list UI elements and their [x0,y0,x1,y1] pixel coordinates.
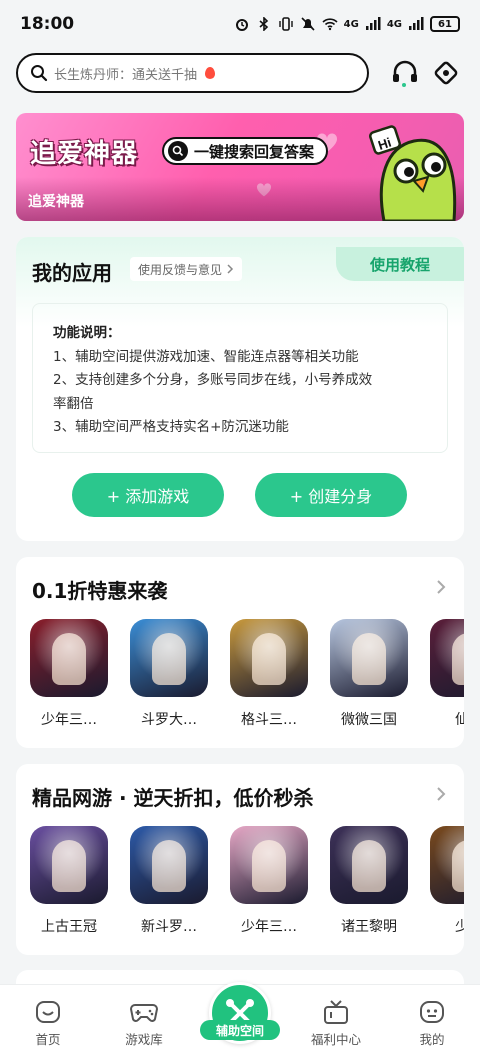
banner-search-pill: 一键搜索回复答案 [162,137,329,165]
banner-search-icon [168,141,188,161]
status-bar: 18:00 4G 4G 61 [0,0,480,48]
banner-pill-text: 一键搜索回复答案 [194,142,315,161]
game-icon [430,619,464,697]
tab-game-library-label: 游戏库 [125,1032,163,1047]
create-clone-label: + 创建分身 [289,487,373,506]
home-icon [36,1001,60,1023]
profile-face-icon [420,1001,444,1023]
game-name: 少年 [455,919,464,935]
game-name: 上古王冠 [41,919,97,935]
chevron-right-icon[interactable] [434,579,448,595]
function-description: 功能说明： 1、辅助空间提供游戏加速、智能连点器等相关功能 2、支持创建多个分身… [32,303,448,453]
game-tile[interactable]: 仙灵 [430,619,464,729]
tutorial-button[interactable]: 使用教程 [336,247,464,281]
game-name: 少年三… [41,712,97,728]
premium-game-row: 上古王冠 新斗罗… 少年三… 诸王黎明 少年 [30,826,464,936]
parrot-mascot-icon: Hi [369,125,457,221]
gamepad-icon [129,1004,159,1022]
create-clone-button[interactable]: + 创建分身 [255,473,407,517]
description-line: 3、辅助空间严格支持实名+防沉迷功能 [53,419,289,435]
add-game-label: + 添加游戏 [106,487,190,506]
promo-banner[interactable]: 追爱神器 一键搜索回复答案 Hi 追爱神器 [16,113,464,221]
game-tile[interactable]: 格斗三… [230,619,308,729]
game-icon [130,826,208,904]
game-name: 新斗罗… [141,919,197,935]
discount-section-title: 0.1折特惠来袭 [32,579,168,603]
tab-mine[interactable]: 我的 [400,999,464,1048]
game-tile[interactable]: 诸王黎明 [330,826,408,936]
premium-section: 精品网游 · 逆天折扣，低价秒杀 上古王冠 新斗罗… 少年三… 诸王黎明 少年 [16,764,464,955]
description-line: 率翻倍 [53,395,94,412]
game-icon [430,826,464,904]
gift-tv-icon [324,1000,348,1024]
my-apps-card: 我的应用 使用反馈与意见 使用教程 功能说明： 1、辅助空间提供游戏加速、智能连… [16,237,464,541]
game-icon [30,619,108,697]
description-heading: 功能说明： [53,325,121,341]
flame-drop-icon [205,67,216,79]
tab-home[interactable]: 首页 [16,999,80,1048]
status-icons: 4G 4G 61 [234,16,460,32]
mute-bell-icon [301,17,315,31]
game-tile[interactable]: 微微三国 [330,619,408,729]
customer-service-button[interactable] [387,55,422,91]
description-line: 2、支持创建多个分身，多账号同步在线，小号养成效 [53,372,373,388]
alarm-icon [235,19,248,31]
game-icon [130,619,208,697]
settings-diamond-icon [435,61,458,85]
chevron-right-icon[interactable] [434,786,448,802]
premium-section-title: 精品网游 · 逆天折扣，低价秒杀 [32,786,314,810]
feedback-link[interactable]: 使用反馈与意见 [130,257,243,281]
search-row: 长生炼丹师：通关送千抽 [16,52,464,94]
game-tile[interactable]: 新斗罗… [130,826,208,936]
my-apps-title: 我的应用 [32,261,112,285]
tab-assist-space-label: 辅助空间 [200,1020,280,1040]
search-placeholder: 长生炼丹师：通关送千抽 [54,67,198,83]
game-icon [330,619,408,697]
tab-game-library[interactable]: 游戏库 [112,999,176,1048]
tab-mine-label: 我的 [419,1032,445,1047]
battery-level: 61 [438,18,452,30]
search-icon [31,65,48,82]
wifi-icon [322,18,338,31]
game-icon [330,826,408,904]
description-line: 1、辅助空间提供游戏加速、智能连点器等相关功能 [53,348,359,365]
tutorial-label: 使用教程 [369,255,430,274]
game-tile[interactable]: 斗罗大… [130,619,208,729]
signal-icon [365,17,381,30]
banner-title: 追爱神器 [30,139,139,169]
vibrate-icon [278,17,293,31]
game-name: 微微三国 [341,712,397,728]
tab-welfare-center[interactable]: 福利中心 [304,999,368,1048]
settings-button[interactable] [429,55,464,91]
chevron-right-icon [227,264,234,274]
signal-icon-2 [409,17,424,30]
game-tile[interactable]: 上古王冠 [30,826,108,936]
add-game-button[interactable]: + 添加游戏 [72,473,224,517]
game-tile[interactable]: 少年三… [30,619,108,729]
game-name: 诸王黎明 [341,919,397,935]
game-name: 仙灵 [455,712,464,728]
tab-welfare-center-label: 福利中心 [310,1032,361,1047]
banner-subtitle: 追爱神器 [28,194,84,210]
game-name: 斗罗大… [141,712,197,728]
game-icon [230,826,308,904]
battery-icon: 61 [430,16,460,32]
tab-home-label: 首页 [35,1032,61,1047]
game-icon [230,619,308,697]
game-tile[interactable]: 少年 [430,826,464,936]
game-name: 格斗三… [241,712,297,728]
search-input[interactable]: 长生炼丹师：通关送千抽 [16,53,370,93]
game-icon [30,826,108,904]
network-4g-label-2: 4G [386,18,402,30]
game-tile[interactable]: 少年三… [230,826,308,936]
discount-game-row: 少年三… 斗罗大… 格斗三… 微微三国 仙灵 [30,619,464,729]
status-time: 18:00 [20,14,75,34]
network-4g-label-1: 4G [343,18,359,30]
discount-section: 0.1折特惠来袭 少年三… 斗罗大… 格斗三… 微微三国 仙灵 [16,557,464,748]
game-name: 少年三… [241,919,297,935]
feedback-label: 使用反馈与意见 [138,262,223,277]
headset-icon [393,60,418,87]
bluetooth-icon [259,17,268,31]
